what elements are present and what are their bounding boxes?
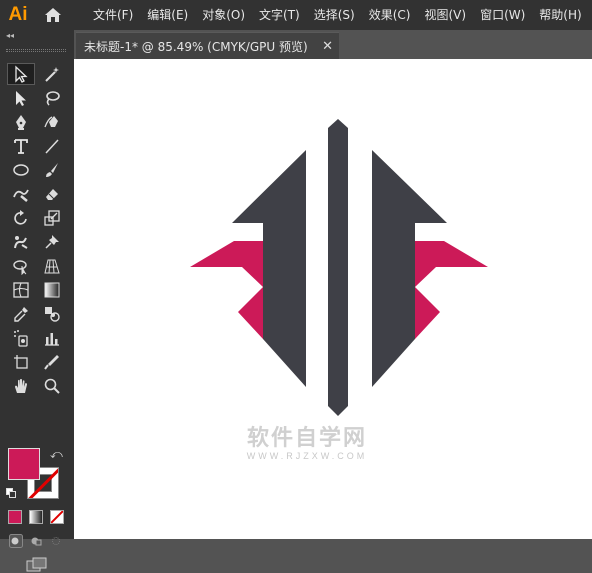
home-icon <box>45 8 61 22</box>
menu-effect[interactable]: 效果(C) <box>362 0 418 30</box>
zoom-tool[interactable] <box>38 375 66 397</box>
column-graph-icon <box>45 333 59 346</box>
mesh-icon <box>13 282 29 298</box>
artboard-canvas[interactable]: 软件自学网 WWW.RJZXW.COM <box>74 59 592 539</box>
watermark: 软件自学网 WWW.RJZXW.COM <box>237 426 377 462</box>
line-segment-tool[interactable] <box>38 135 66 157</box>
type-tool[interactable] <box>7 135 35 157</box>
color-mode-button[interactable] <box>8 510 22 524</box>
home-button[interactable] <box>36 0 70 30</box>
paintbrush-tool[interactable] <box>38 159 66 181</box>
lasso-icon <box>46 91 60 106</box>
eyedropper-tool[interactable] <box>7 303 35 325</box>
column-graph-tool[interactable] <box>38 327 66 349</box>
paintbrush-icon <box>46 163 58 177</box>
free-transform-icon <box>13 260 27 275</box>
shaper-icon <box>13 189 29 202</box>
watermark-url: WWW.RJZXW.COM <box>246 451 368 461</box>
curvature-pen-icon <box>44 116 58 128</box>
watermark-title: 软件自学网 <box>246 426 367 451</box>
line-segment-icon <box>45 139 59 154</box>
gradient-mode-button[interactable] <box>29 510 43 524</box>
lasso-tool[interactable] <box>38 87 66 109</box>
none-mode-button[interactable] <box>50 510 64 524</box>
app-logo: Ai <box>8 4 28 25</box>
slice-knife-icon <box>44 355 59 370</box>
artboard-icon <box>14 355 28 369</box>
curvature-tool[interactable] <box>38 111 66 133</box>
perspective-grid-icon <box>44 259 60 274</box>
logo-right-accent-arrow[interactable] <box>415 241 488 339</box>
mesh-tool[interactable] <box>7 279 35 301</box>
perspective-grid-tool[interactable] <box>38 255 66 277</box>
rotate-icon <box>14 210 27 225</box>
direct-selection-tool[interactable] <box>7 87 35 109</box>
gradient-tool[interactable] <box>38 279 66 301</box>
menu-select[interactable]: 选择(S) <box>307 0 362 30</box>
menu-bar: Ai 文件(F) 编辑(E) 对象(O) 文字(T) 选择(S) 效果(C) 视… <box>0 0 592 30</box>
blend-icon <box>45 307 60 322</box>
pushpin-icon <box>45 235 59 249</box>
menu-type[interactable]: 文字(T) <box>252 0 307 30</box>
pin-tool[interactable] <box>38 231 66 253</box>
gradient-icon <box>44 282 60 298</box>
shaper-tool[interactable] <box>7 183 35 205</box>
artboard-tool[interactable] <box>7 351 35 373</box>
magic-wand-icon <box>45 67 59 82</box>
direct-selection-icon <box>16 91 26 106</box>
puppet-warp-tool[interactable] <box>7 231 35 253</box>
eraser-icon <box>46 189 58 200</box>
rotate-tool[interactable] <box>7 207 35 229</box>
pen-tool[interactable] <box>7 111 35 133</box>
symbol-sprayer-tool[interactable] <box>7 327 35 349</box>
none-slash-icon <box>51 511 63 523</box>
slice-tool[interactable] <box>38 351 66 373</box>
swap-fill-stroke-icon[interactable]: ⤺ <box>50 447 63 462</box>
draw-inside-icon[interactable] <box>49 534 63 548</box>
menu-object[interactable]: 对象(O) <box>195 0 252 30</box>
tools-panel: ⤺ <box>0 42 74 572</box>
free-transform-tool[interactable] <box>7 255 35 277</box>
logo-center-column[interactable] <box>328 119 348 416</box>
symbol-sprayer-icon <box>14 330 28 347</box>
document-tab[interactable]: 未标题-1* @ 85.49% (CMYK/GPU 预览) ✕ <box>76 32 339 59</box>
logo-left-column[interactable] <box>263 223 306 387</box>
ellipse-icon <box>13 164 29 176</box>
pen-nib-icon <box>16 115 26 130</box>
selection-tool[interactable] <box>7 63 35 85</box>
ellipse-tool[interactable] <box>7 159 35 181</box>
fill-swatch[interactable] <box>8 448 40 480</box>
default-fill-stroke-icon[interactable] <box>6 488 16 498</box>
scale-icon <box>44 210 60 226</box>
close-tab-button[interactable]: ✕ <box>322 39 333 52</box>
hand-icon <box>15 379 27 393</box>
menu-edit[interactable]: 编辑(E) <box>140 0 195 30</box>
logo-left-accent-arrow[interactable] <box>190 241 263 339</box>
type-t-icon <box>14 139 28 154</box>
draw-behind-icon[interactable] <box>29 534 43 548</box>
selection-arrow-icon <box>15 65 28 83</box>
draw-normal-icon[interactable] <box>9 534 23 548</box>
scale-tool[interactable] <box>38 207 66 229</box>
logo-artwork <box>190 119 488 416</box>
logo-right-column[interactable] <box>372 223 415 387</box>
blend-tool[interactable] <box>38 303 66 325</box>
toolbar-grip[interactable] <box>6 49 66 52</box>
eyedropper-icon <box>14 307 28 322</box>
eraser-tool[interactable] <box>38 183 66 205</box>
puppet-warp-icon <box>14 236 28 249</box>
panel-collapse-button[interactable]: ◂◂ <box>0 30 74 42</box>
menu-view[interactable]: 视图(V) <box>417 0 473 30</box>
hand-tool[interactable] <box>7 375 35 397</box>
menu-file[interactable]: 文件(F) <box>86 0 140 30</box>
document-tab-title: 未标题-1* @ 85.49% (CMYK/GPU 预览) <box>84 39 308 54</box>
screen-mode-icon[interactable] <box>26 557 48 573</box>
zoom-magnifier-icon <box>44 378 60 394</box>
menu-window[interactable]: 窗口(W) <box>473 0 532 30</box>
magic-wand-tool[interactable] <box>38 63 66 85</box>
main-menu: 文件(F) 编辑(E) 对象(O) 文字(T) 选择(S) 效果(C) 视图(V… <box>86 0 589 30</box>
menu-help[interactable]: 帮助(H) <box>532 0 588 30</box>
